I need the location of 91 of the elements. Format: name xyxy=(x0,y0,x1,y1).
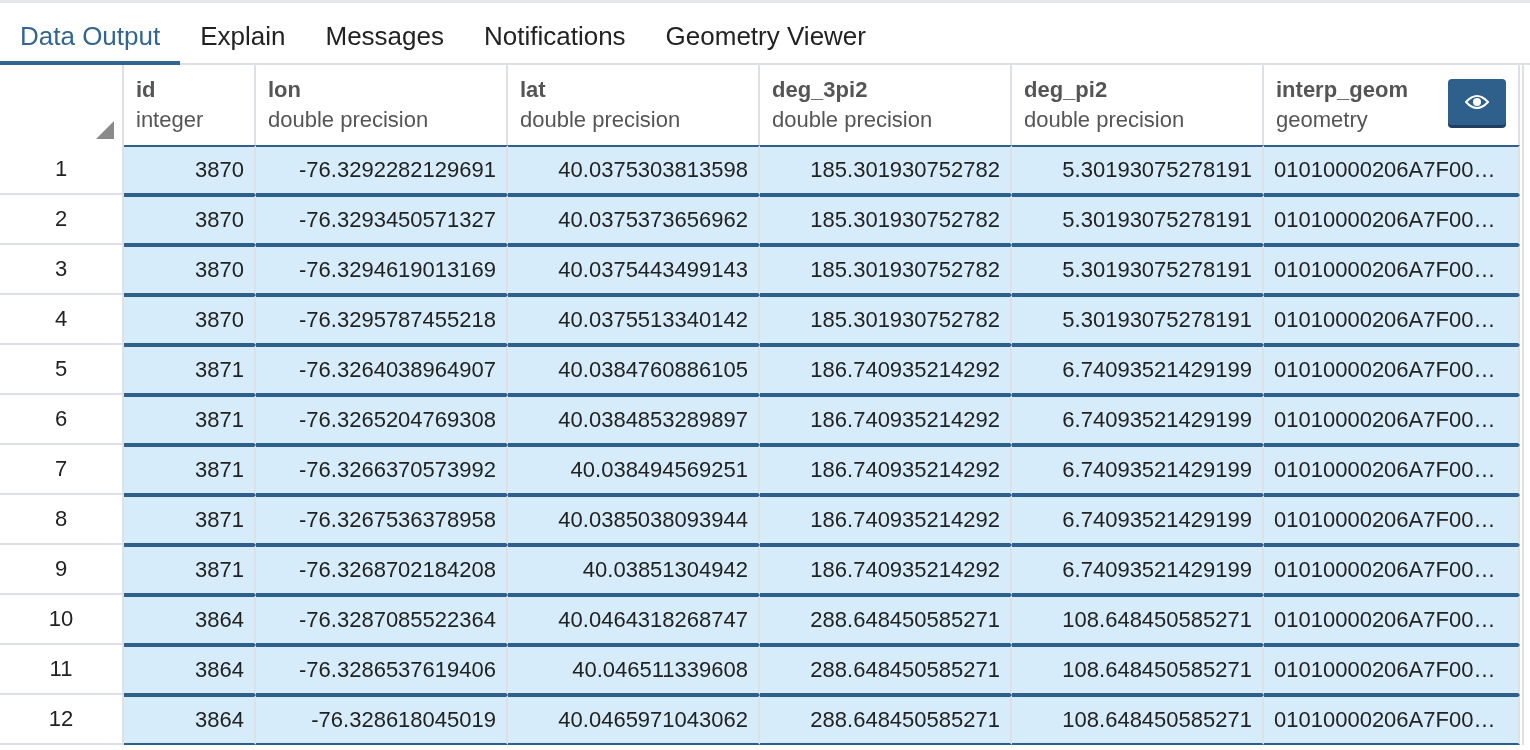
table-cell: 01010000206A7F00… xyxy=(1264,495,1520,545)
table-cell: -76.3294619013169 xyxy=(256,245,508,295)
table-cell: 6.74093521429199 xyxy=(1012,345,1264,395)
table-cell: 3871 xyxy=(124,395,256,445)
table-cell: 40.046511339608 xyxy=(508,645,760,695)
table-cell: 288.648450585271 xyxy=(760,645,1012,695)
table-cell: 3871 xyxy=(124,345,256,395)
table-cell: -76.3286537619406 xyxy=(256,645,508,695)
table-cell: 185.301930752782 xyxy=(760,195,1012,245)
table-cell: 108.648450585271 xyxy=(1012,695,1264,745)
table-cell: 6.74093521429199 xyxy=(1012,445,1264,495)
table-cell: -76.3287085522364 xyxy=(256,595,508,645)
table-cell: 40.0384760886105 xyxy=(508,345,760,395)
column-type: double precision xyxy=(772,107,933,133)
table-cell: 186.740935214292 xyxy=(760,495,1012,545)
table-cell: 40.0464318268747 xyxy=(508,595,760,645)
table-cell: 01010000206A7F00… xyxy=(1264,545,1520,595)
table-cell: -76.328618045019 xyxy=(256,695,508,745)
table-cell: 40.0384853289897 xyxy=(508,395,760,445)
table-cell: 5.30193075278191 xyxy=(1012,195,1264,245)
table-cell: 5.30193075278191 xyxy=(1012,145,1264,195)
table-cell: 40.0375443499143 xyxy=(508,245,760,295)
table-cell: 5.30193075278191 xyxy=(1012,295,1264,345)
table-cell: 01010000206A7F00… xyxy=(1264,595,1520,645)
table-cell: -76.3264038964907 xyxy=(256,345,508,395)
table-cell: 3864 xyxy=(124,695,256,745)
table-cell: 288.648450585271 xyxy=(760,595,1012,645)
table-cell: 01010000206A7F00… xyxy=(1264,695,1520,745)
table-cell: 40.038494569251 xyxy=(508,445,760,495)
table-cell: 3870 xyxy=(124,145,256,195)
table-cell: 40.0465971043062 xyxy=(508,695,760,745)
table-cell: 3870 xyxy=(124,245,256,295)
table-cell: 6.74093521429199 xyxy=(1012,545,1264,595)
table-cell: 3871 xyxy=(124,545,256,595)
table-cell: 185.301930752782 xyxy=(760,295,1012,345)
tab[interactable]: Notifications xyxy=(464,3,646,65)
table-cell: 01010000206A7F00… xyxy=(1264,445,1520,495)
column-name: lat xyxy=(520,77,547,103)
column-type: integer xyxy=(136,107,204,133)
column-name: lon xyxy=(268,77,302,103)
column-type: double precision xyxy=(1024,107,1185,133)
table-cell: 01010000206A7F00… xyxy=(1264,145,1520,195)
tab[interactable]: Geometry Viewer xyxy=(645,3,886,65)
table-cell: 5.30193075278191 xyxy=(1012,245,1264,295)
table-cell: 186.740935214292 xyxy=(760,445,1012,495)
table-cell: 40.03851304942 xyxy=(508,545,760,595)
column-name: id xyxy=(136,77,157,103)
table-cell: 3871 xyxy=(124,445,256,495)
eye-icon xyxy=(1465,94,1489,110)
column-type: double precision xyxy=(268,107,429,133)
table-cell: -76.3293450571327 xyxy=(256,195,508,245)
table-cell: -76.3266370573992 xyxy=(256,445,508,495)
table-cell: 01010000206A7F00… xyxy=(1264,195,1520,245)
table-cell: 186.740935214292 xyxy=(760,345,1012,395)
table-cell: -76.3267536378958 xyxy=(256,495,508,545)
view-geometry-button[interactable] xyxy=(1448,79,1506,125)
table-cell: 185.301930752782 xyxy=(760,245,1012,295)
table-cell: 3870 xyxy=(124,195,256,245)
table-cell: -76.3292282129691 xyxy=(256,145,508,195)
table-cell: 3870 xyxy=(124,295,256,345)
table-cell: -76.3268702184208 xyxy=(256,545,508,595)
table-cell: 40.0375373656962 xyxy=(508,195,760,245)
table-cell: 185.301930752782 xyxy=(760,145,1012,195)
table-cell: 01010000206A7F00… xyxy=(1264,245,1520,295)
column-name: deg_3pi2 xyxy=(772,77,869,103)
table-cell: 6.74093521429199 xyxy=(1012,495,1264,545)
corner-triangle-icon xyxy=(96,121,114,139)
table-cell: 01010000206A7F00… xyxy=(1264,645,1520,695)
table-cell: 108.648450585271 xyxy=(1012,595,1264,645)
table-cell: 01010000206A7F00… xyxy=(1264,295,1520,345)
table-cell: 01010000206A7F00… xyxy=(1264,395,1520,445)
column-type: double precision xyxy=(520,107,681,133)
table-cell: 3864 xyxy=(124,645,256,695)
table-cell: 01010000206A7F00… xyxy=(1264,345,1520,395)
column-name: interp_geom xyxy=(1276,77,1409,103)
table-cell: 40.0385038093944 xyxy=(508,495,760,545)
tab[interactable]: Messages xyxy=(305,3,464,65)
column-type: geometry xyxy=(1276,107,1369,133)
table-cell: 6.74093521429199 xyxy=(1012,395,1264,445)
table-cell: 40.0375513340142 xyxy=(508,295,760,345)
tab[interactable]: Explain xyxy=(180,3,306,65)
table-cell: 186.740935214292 xyxy=(760,395,1012,445)
table-cell: 108.648450585271 xyxy=(1012,645,1264,695)
table-cell: 288.648450585271 xyxy=(760,695,1012,745)
table-cell: -76.3295787455218 xyxy=(256,295,508,345)
table-cell: 40.0375303813598 xyxy=(508,145,760,195)
table-cell: 3871 xyxy=(124,495,256,545)
table-cell: 3864 xyxy=(124,595,256,645)
table-cell: 186.740935214292 xyxy=(760,545,1012,595)
column-name: deg_pi2 xyxy=(1024,77,1109,103)
table-cell: -76.3265204769308 xyxy=(256,395,508,445)
